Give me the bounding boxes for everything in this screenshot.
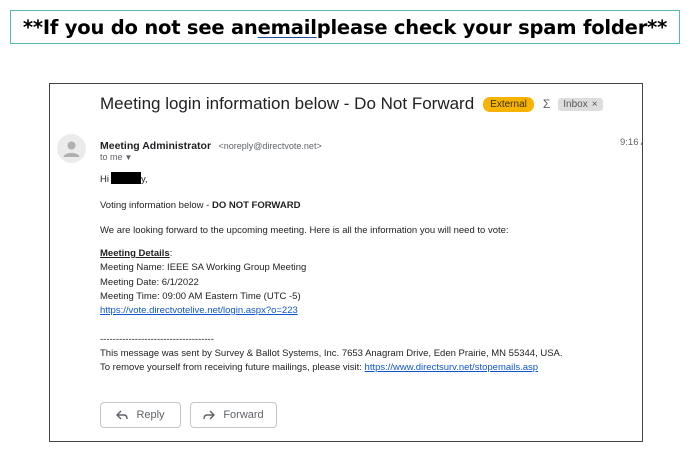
external-label: External — [483, 96, 534, 112]
sender-row: Meeting Administrator <noreply@directvot… — [100, 136, 322, 154]
footer-line-2: To remove yourself from receiving future… — [100, 362, 538, 373]
details-colon: : — [169, 248, 173, 259]
redacted-name — [110, 172, 141, 184]
unsubscribe-link[interactable]: https://www.directsurv.net/stopemails.as… — [365, 362, 539, 373]
recipient-details-toggle[interactable]: to me ▼ — [100, 152, 132, 162]
subject-row: Meeting login information below - Do Not… — [100, 94, 603, 114]
reply-label: Reply — [136, 409, 165, 421]
voting-info-bold: DO NOT FORWARD — [211, 200, 301, 211]
to-line: to me — [100, 152, 123, 162]
inbox-label-text: Inbox — [563, 98, 588, 110]
sender-name: Meeting Administrator — [100, 140, 212, 152]
banner-text-prefix: **If you do not see an — [22, 15, 258, 39]
email-time: 9:16 A — [620, 137, 642, 148]
email-subject: Meeting login information below - Do Not… — [100, 94, 475, 113]
avatar-person-icon — [63, 141, 80, 157]
voting-info-line: Voting information below - DO NOT FORWAR… — [100, 200, 300, 211]
forward-arrow-icon — [203, 410, 216, 420]
reply-button[interactable]: Reply — [100, 402, 181, 428]
forward-label: Forward — [223, 409, 264, 421]
details-heading: Meeting Details — [100, 248, 170, 259]
meeting-date: Meeting Date: 6/1/2022 — [100, 277, 199, 288]
voting-info-prefix: Voting information below - — [100, 200, 212, 211]
remove-label-icon[interactable]: × — [592, 99, 598, 110]
sender-avatar — [57, 134, 86, 163]
chevron-down-icon[interactable]: ▼ — [125, 153, 133, 162]
meeting-name: Meeting Name: IEEE SA Working Group Meet… — [100, 262, 307, 273]
spam-notice-banner: **If you do not see an email please chec… — [10, 10, 680, 44]
meeting-time: Meeting Time: 09:00 AM Eastern Time (UTC… — [100, 291, 301, 302]
greeting-suffix: y, — [140, 174, 148, 185]
footer-line-1: This message was sent by Survey & Ballot… — [100, 348, 563, 359]
footer-separator: ------------------------------------ — [100, 334, 214, 345]
banner-text-emphasis: email — [257, 15, 317, 39]
inbox-label[interactable]: Inbox × — [558, 97, 603, 111]
greeting-prefix: Hi — [100, 174, 109, 185]
importance-icon[interactable]: Σ — [543, 97, 550, 111]
greeting: Hi y, — [100, 172, 148, 185]
details-heading-line: Meeting Details: — [100, 248, 172, 259]
forward-button[interactable]: Forward — [190, 402, 277, 428]
sender-email: <noreply@directvote.net> — [218, 141, 322, 151]
reply-arrow-icon — [116, 410, 129, 420]
login-link[interactable]: https://vote.directvotelive.net/login.as… — [100, 305, 298, 316]
banner-text-suffix: please check your spam folder** — [316, 15, 668, 39]
footer-line-2-prefix: To remove yourself from receiving future… — [100, 362, 365, 373]
intro-text: We are looking forward to the upcoming m… — [100, 225, 509, 236]
email-view: Meeting login information below - Do Not… — [49, 83, 643, 442]
